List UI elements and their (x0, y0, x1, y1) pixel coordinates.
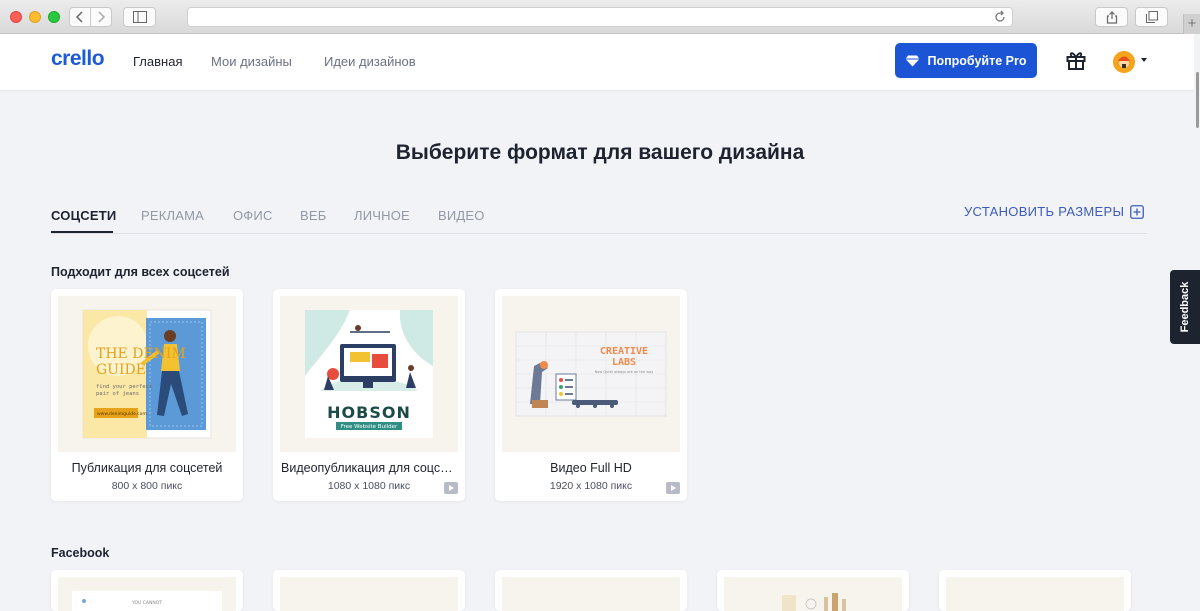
section-title-all-social: Подходит для всех соцсетей (51, 265, 230, 279)
creative-title-line1: CREATIVE (600, 346, 648, 357)
section-title-facebook: Facebook (51, 546, 110, 560)
card-thumbnail (280, 577, 458, 611)
denim-guide-preview: THE DENIM GUIDE find your perfect pair o… (58, 296, 236, 452)
hobson-title: HOBSON (327, 403, 411, 422)
nav-my-designs[interactable]: Мои дизайны (211, 54, 292, 69)
video-format-icon (666, 482, 680, 494)
browser-toolbar: + (0, 0, 1200, 34)
new-tab-button[interactable]: + (1183, 14, 1200, 34)
back-button[interactable] (69, 7, 91, 27)
card-thumbnail (502, 577, 680, 611)
sidebar-toggle-button[interactable] (123, 7, 156, 27)
try-pro-button[interactable]: Попробуйте Pro (895, 43, 1037, 78)
hobson-subtitle: Free Website Builder (341, 424, 398, 430)
creative-title-line2: LABS (612, 357, 636, 368)
card-thumbnail: THE DENIM GUIDE find your perfect pair o… (58, 296, 236, 452)
denim-title-line2: GUIDE (96, 362, 146, 378)
try-pro-label: Попробуйте Pro (927, 53, 1027, 68)
format-card-video-post[interactable]: HOBSON Free Website Builder Видеопублика… (273, 289, 465, 501)
card-thumbnail: YOU CANNOT (58, 577, 236, 611)
address-bar[interactable] (187, 7, 1013, 27)
feedback-label: Feedback (1179, 281, 1191, 333)
card-size: 1920 x 1080 пикс (549, 480, 633, 492)
share-button[interactable] (1095, 7, 1128, 27)
active-tab-indicator (51, 231, 113, 233)
close-window-button[interactable] (10, 11, 22, 23)
card-size: 1080 x 1080 пикс (327, 480, 411, 492)
page-scrollbar-thumb[interactable] (1196, 72, 1199, 128)
feedback-tab[interactable]: Feedback (1170, 270, 1200, 344)
card-name: Видеопубликация для соцсетей (281, 461, 465, 475)
diamond-icon (905, 55, 920, 66)
facebook-preview-4 (724, 577, 902, 611)
format-card-facebook-2[interactable] (273, 570, 465, 611)
facebook-preview-1: YOU CANNOT (58, 577, 236, 611)
creative-labs-preview: CREATIVE LABS Now Quiet always are on th… (502, 296, 680, 452)
zoom-window-button[interactable] (48, 11, 60, 23)
format-card-video-fullhd[interactable]: CREATIVE LABS Now Quiet always are on th… (495, 289, 687, 501)
custom-size-label: УСТАНОВИТЬ РАЗМЕРЫ (964, 204, 1125, 219)
tab-video[interactable]: ВИДЕО (438, 208, 485, 223)
format-card-facebook-5[interactable] (939, 570, 1131, 611)
crello-logo[interactable]: crello (51, 47, 105, 71)
tab-personal[interactable]: ЛИЧНОЕ (354, 208, 410, 223)
show-tabs-button[interactable] (1135, 7, 1168, 27)
tab-ads[interactable]: РЕКЛАМА (141, 208, 204, 223)
share-icon (1106, 11, 1117, 24)
card-size: 800 x 800 пикс (111, 480, 183, 492)
page-title: Выберите формат для вашего дизайна (395, 141, 805, 164)
card-thumbnail: HOBSON Free Website Builder (280, 296, 458, 452)
forward-button[interactable] (90, 7, 112, 27)
tabs-divider (51, 233, 1147, 234)
tab-office[interactable]: ОФИС (233, 208, 273, 223)
tab-social[interactable]: СОЦСЕТИ (51, 208, 116, 223)
denim-title-line1: THE DENIM (96, 346, 186, 362)
minimize-window-button[interactable] (29, 11, 41, 23)
gift-icon[interactable] (1066, 51, 1086, 70)
chevron-left-icon (75, 11, 83, 23)
creative-subtitle: Now Quiet always are on the way (595, 370, 654, 374)
format-card-facebook-4[interactable] (717, 570, 909, 611)
tabs-icon (1145, 11, 1158, 23)
plus-square-icon (1130, 204, 1145, 219)
tab-web[interactable]: ВЕБ (300, 208, 326, 223)
format-card-social-post[interactable]: THE DENIM GUIDE find your perfect pair o… (51, 289, 243, 501)
avatar-image (1113, 51, 1135, 73)
denim-footer: www.denimguide.com (97, 411, 147, 417)
nav-home[interactable]: Главная (133, 54, 182, 69)
chevron-right-icon (98, 11, 106, 23)
facebook-preview-text: YOU CANNOT (131, 600, 162, 606)
card-thumbnail (946, 577, 1124, 611)
app-header: crello Главная Мои дизайны Идеи дизайнов… (0, 34, 1194, 90)
card-thumbnail (724, 577, 902, 611)
sidebar-icon (132, 11, 147, 23)
hobson-preview: HOBSON Free Website Builder (280, 296, 458, 452)
reload-icon[interactable] (994, 10, 1006, 24)
card-thumbnail: CREATIVE LABS Now Quiet always are on th… (502, 296, 680, 452)
custom-size-button[interactable]: УСТАНОВИТЬ РАЗМЕРЫ (964, 204, 1145, 219)
card-name: Видео Full HD (550, 461, 632, 475)
video-format-icon (444, 482, 458, 494)
user-avatar[interactable] (1113, 51, 1135, 73)
account-menu-chevron-icon[interactable] (1141, 58, 1147, 62)
format-card-facebook-3[interactable] (495, 570, 687, 611)
denim-tagline-2: pair of jeans (96, 391, 139, 397)
format-card-facebook-1[interactable]: YOU CANNOT (51, 570, 243, 611)
card-name: Публикация для соцсетей (71, 461, 223, 475)
nav-design-ideas[interactable]: Идеи дизайнов (324, 54, 416, 69)
denim-tagline-1: find your perfect (96, 384, 152, 390)
